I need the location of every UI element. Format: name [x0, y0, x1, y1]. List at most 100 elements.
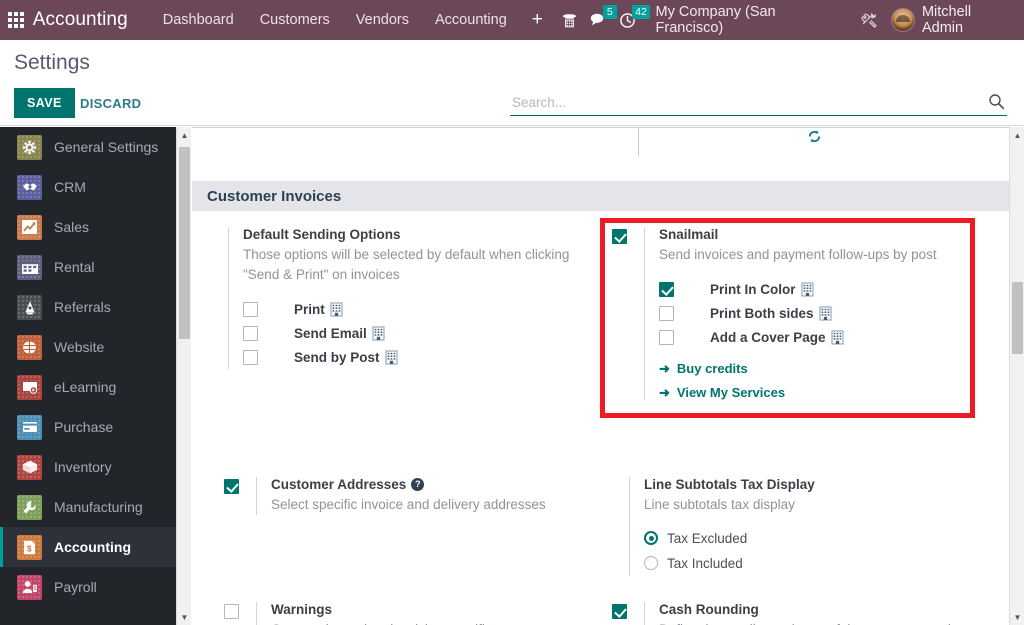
company-building-icon: [385, 350, 398, 365]
line-subtotals-description: Line subtotals tax display: [644, 497, 795, 512]
card-icon: [17, 414, 42, 440]
snailmail-description: Send invoices and payment follow-ups by …: [659, 247, 937, 262]
sync-icon[interactable]: [807, 129, 822, 149]
menu-customers[interactable]: Customers: [247, 0, 343, 40]
sidebar-item-label: CRM: [54, 179, 86, 195]
discard-button[interactable]: DISCARD: [74, 88, 147, 119]
tools-icon[interactable]: [852, 0, 885, 40]
link-view-my-services[interactable]: ➜ View My Services: [659, 385, 937, 400]
content-scroll-down-icon[interactable]: ▼: [1010, 609, 1024, 625]
search-input[interactable]: [510, 90, 980, 114]
option-send-by-post[interactable]: Send by Post: [243, 345, 573, 369]
calendar-icon: [17, 254, 42, 280]
default-sending-options-list: Print Send Email Send by Post: [243, 297, 573, 369]
page-title: Settings: [14, 51, 90, 74]
option-print-in-color[interactable]: Print In Color: [659, 278, 937, 302]
sidebar-item-manufacturing[interactable]: Manufacturing: [0, 487, 176, 527]
messages-icon[interactable]: 5: [584, 0, 617, 40]
content-scrollbar[interactable]: ▲ ▼: [1009, 127, 1024, 625]
company-building-icon: [801, 282, 813, 297]
sidebar-item-purchase[interactable]: Purchase: [0, 407, 176, 447]
option-print-in-color-checkbox[interactable]: [659, 282, 674, 298]
company-switcher[interactable]: My Company (San Francisco): [656, 4, 841, 36]
phone-icon[interactable]: [555, 0, 584, 40]
radio-tax-included-input[interactable]: [644, 556, 658, 571]
sidebar-item-accounting[interactable]: $ Accounting: [0, 527, 176, 567]
sidebar-item-label: General Settings: [54, 139, 159, 155]
option-send-by-post-label: Send by Post: [294, 349, 380, 365]
box-icon: [17, 454, 42, 480]
warnings-checkbox[interactable]: [224, 604, 239, 619]
sidebar-item-rental[interactable]: Rental: [0, 247, 176, 287]
activities-clock-icon[interactable]: 42: [613, 0, 651, 40]
settings-sidebar[interactable]: General Settings CRM Sales Rental Referrals W…: [0, 127, 176, 625]
sidebar-item-crm[interactable]: CRM: [0, 167, 176, 207]
warnings-title: Warnings: [271, 602, 333, 617]
sidebar-item-label: Sales: [54, 219, 90, 235]
sidebar-scroll-thumb[interactable]: [179, 147, 190, 339]
save-button[interactable]: SAVE: [14, 88, 75, 118]
sidebar-scroll-down-icon[interactable]: ▼: [177, 609, 192, 625]
option-send-by-post-checkbox[interactable]: [243, 349, 258, 365]
menu-dashboard[interactable]: Dashboard: [150, 0, 247, 40]
search-bar[interactable]: [510, 90, 1007, 116]
menu-add-icon[interactable]: +: [520, 0, 555, 40]
customer-addresses-checkbox[interactable]: [224, 479, 239, 494]
content-scroll-up-icon[interactable]: ▲: [1010, 127, 1024, 143]
sidebar-item-label: Accounting: [54, 539, 131, 555]
activities-count-badge: 42: [631, 5, 651, 19]
sidebar-item-inventory[interactable]: Inventory: [0, 447, 176, 487]
option-print-both-sides[interactable]: Print Both sides: [659, 302, 937, 326]
sidebar-item-label: Payroll: [54, 579, 97, 595]
cash-rounding-checkbox[interactable]: [612, 604, 627, 619]
option-add-cover-page[interactable]: Add a Cover Page: [659, 326, 937, 350]
radio-tax-excluded[interactable]: Tax Excluded: [644, 526, 815, 551]
option-print[interactable]: Print: [243, 297, 573, 321]
default-sending-body: Default Sending Options Those options wi…: [228, 227, 573, 370]
option-send-email[interactable]: Send Email: [243, 321, 573, 345]
avatar[interactable]: [890, 8, 915, 32]
menu-accounting[interactable]: Accounting: [422, 0, 520, 40]
user-menu[interactable]: Mitchell Admin: [922, 4, 1012, 36]
svg-text:$: $: [27, 544, 32, 553]
sidebar-item-sales[interactable]: Sales: [0, 207, 176, 247]
option-send-email-checkbox[interactable]: [243, 325, 258, 341]
sidebar-item-general-settings[interactable]: General Settings: [0, 127, 176, 167]
app-brand-accounting[interactable]: Accounting: [33, 9, 128, 31]
content-scroll-thumb[interactable]: [1012, 282, 1023, 354]
radio-tax-excluded-input[interactable]: [644, 531, 658, 546]
sidebar-item-referrals[interactable]: Referrals: [0, 287, 176, 327]
setting-line-subtotals-tax-display: Line Subtotals Tax Display Line subtotal…: [612, 477, 815, 576]
sidebar-item-label: Website: [54, 339, 105, 355]
sidebar-scroll-up-icon[interactable]: ▲: [177, 127, 192, 143]
snailmail-checkbox[interactable]: [612, 229, 627, 244]
sidebar-item-label: Purchase: [54, 419, 114, 435]
sidebar-item-payroll[interactable]: $ Payroll: [0, 567, 176, 607]
default-sending-description: Those options will be selected by defaul…: [243, 247, 570, 282]
radio-tax-included[interactable]: Tax Included: [644, 551, 815, 576]
help-question-icon[interactable]: ?: [411, 478, 425, 491]
sidebar-item-label: Inventory: [54, 459, 112, 475]
section-header-customer-invoices: Customer Invoices: [192, 181, 1009, 211]
previous-section-partial: [192, 127, 1009, 181]
apps-grid-icon[interactable]: [0, 0, 33, 40]
person-icon: $: [17, 574, 42, 600]
option-print-checkbox[interactable]: [243, 301, 258, 317]
cash-rounding-title: Cash Rounding: [659, 602, 759, 617]
link-buy-credits-label: Buy credits: [676, 360, 748, 376]
menu-vendors[interactable]: Vendors: [343, 0, 422, 40]
company-building-icon: [330, 302, 343, 317]
link-buy-credits[interactable]: ➜ Buy credits: [659, 361, 937, 376]
sidebar-item-label: Rental: [54, 259, 95, 275]
sidebar-scrollbar[interactable]: ▲ ▼: [176, 127, 191, 625]
setting-warnings: Warnings Get warnings when invoicing spe…: [224, 602, 558, 625]
option-add-cover-page-checkbox[interactable]: [659, 330, 674, 346]
search-icon[interactable]: [988, 93, 1005, 115]
sidebar-item-website[interactable]: Website: [0, 327, 176, 367]
warnings-description: Get warnings when invoicing specific cus…: [271, 620, 558, 625]
cash-rounding-description: Define the smallest coinage of the curre…: [659, 620, 979, 625]
option-print-both-sides-checkbox[interactable]: [659, 306, 674, 322]
trophy-icon: [17, 294, 42, 320]
company-building-icon: [372, 326, 385, 341]
sidebar-item-elearning[interactable]: eLearning: [0, 367, 176, 407]
